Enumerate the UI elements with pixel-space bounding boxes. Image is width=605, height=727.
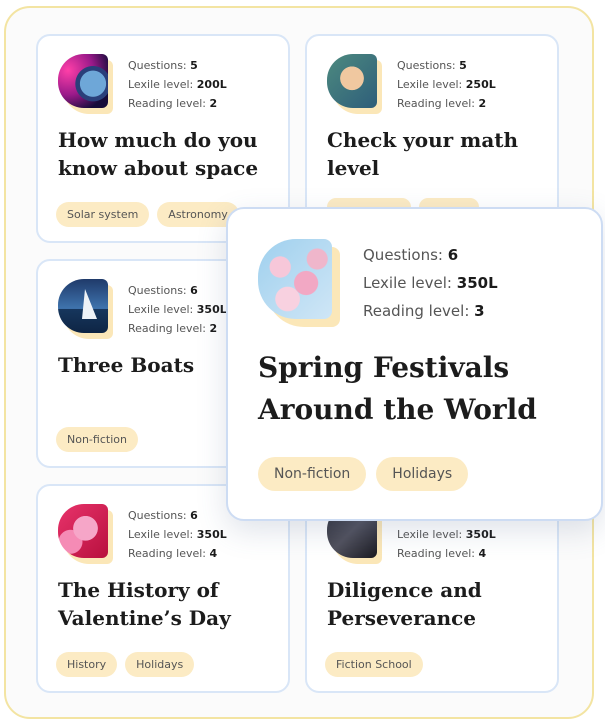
featured-meta: Questions: 6 Lexile level: 350L Reading … bbox=[363, 246, 498, 320]
card-title: How much do you know about space bbox=[58, 128, 259, 180]
card-title: Check your math level bbox=[327, 128, 519, 180]
tag-list: Non-fiction bbox=[56, 427, 138, 452]
tag[interactable]: Solar system bbox=[56, 202, 150, 227]
tag-list: Non-fiction Holidays bbox=[258, 457, 469, 491]
card-title: The History of Valentine’s Day bbox=[58, 578, 231, 630]
tag-list: Fiction School bbox=[325, 652, 423, 677]
card-meta: Questions: 5 Lexile level: 250L Reading … bbox=[397, 59, 496, 110]
tag[interactable]: Holidays bbox=[376, 457, 469, 491]
child-with-glasses-image bbox=[327, 54, 382, 114]
sailboat-image bbox=[58, 279, 113, 339]
tag[interactable]: Fiction School bbox=[325, 652, 423, 677]
card-title: Diligence and Perseverance bbox=[327, 578, 482, 630]
card-meta: Questions: 5 Lexile level: 200L Reading … bbox=[128, 59, 227, 110]
cherry-blossom-image bbox=[258, 239, 340, 327]
tag[interactable]: Non-fiction bbox=[56, 427, 138, 452]
tag[interactable]: Holidays bbox=[125, 652, 195, 677]
tag-list: History Holidays bbox=[56, 652, 195, 677]
space-planet-image bbox=[58, 54, 113, 114]
heart-candies-image bbox=[58, 504, 113, 564]
tag[interactable]: History bbox=[56, 652, 118, 677]
card-meta: Questions: 6 Lexile level: 350L Reading … bbox=[128, 509, 227, 560]
featured-quiz-card[interactable]: Questions: 6 Lexile level: 350L Reading … bbox=[226, 207, 603, 521]
tag[interactable]: Non-fiction bbox=[258, 457, 367, 491]
featured-title: Spring Festivals Around the World bbox=[258, 351, 537, 426]
card-meta: Questions: 6 Lexile level: 350L Reading … bbox=[128, 284, 227, 335]
tag-list: Solar system Astronomy bbox=[56, 202, 239, 227]
